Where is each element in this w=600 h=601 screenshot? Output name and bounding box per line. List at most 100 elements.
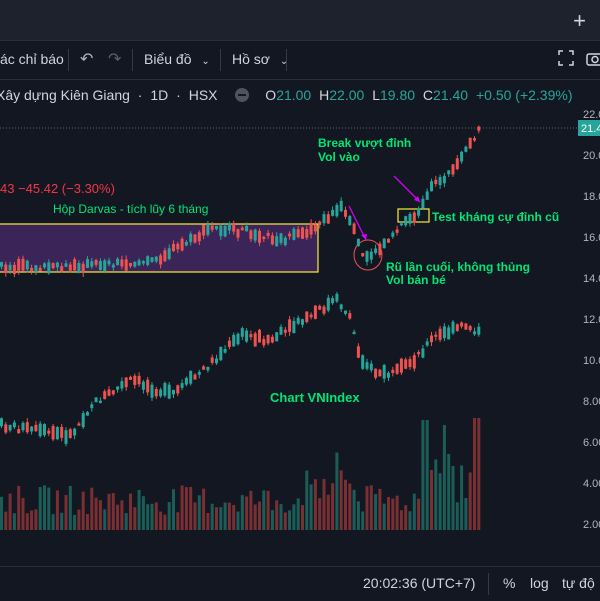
volume-bar xyxy=(43,485,46,530)
vnindex-candle xyxy=(232,334,236,347)
vnindex-candle xyxy=(417,352,421,355)
stock-candle xyxy=(339,200,343,212)
vnindex-candle xyxy=(103,391,107,400)
stock-candle xyxy=(425,191,429,200)
volume-bar xyxy=(206,513,210,530)
stock-candle xyxy=(55,262,59,268)
change-value: +0.50 (+2.39%) xyxy=(475,87,573,103)
stock-candle xyxy=(378,243,382,256)
camera-icon[interactable] xyxy=(585,48,600,71)
test-label: Test kháng cự đỉnh cũ xyxy=(432,210,559,224)
indicators-button[interactable]: ác chỉ báo xyxy=(0,51,64,67)
stock-candle xyxy=(180,238,184,251)
vnindex-candle xyxy=(318,305,322,310)
vnindex-candle xyxy=(266,334,270,344)
stock-candle xyxy=(206,224,210,235)
vnindex-candle xyxy=(391,369,395,373)
divider xyxy=(488,573,489,595)
log-scale-button[interactable]: log xyxy=(530,575,549,591)
vnindex-candle xyxy=(172,389,175,395)
vnindex-candle xyxy=(60,426,64,438)
volume-bar xyxy=(464,498,468,530)
vnindex-candle xyxy=(387,372,390,378)
chart-type-button[interactable]: Biểu đồ ⌄ xyxy=(144,51,210,67)
vnindex-candle xyxy=(90,404,94,409)
vnindex-candle xyxy=(34,424,38,432)
volume-bar xyxy=(339,470,343,530)
close-label: C xyxy=(422,87,434,103)
stock-candle xyxy=(146,256,150,265)
volume-bar xyxy=(348,483,352,530)
chart-type-label: Biểu đồ xyxy=(144,51,192,67)
redo-icon[interactable]: ↷ xyxy=(108,49,121,69)
volume-bar xyxy=(38,486,42,530)
percent-scale-button[interactable]: % xyxy=(503,575,515,591)
vnindex-candle xyxy=(25,422,29,433)
stock-candle xyxy=(288,233,292,237)
stock-candle xyxy=(374,248,378,254)
volume-bar xyxy=(176,512,180,530)
stock-candle xyxy=(159,255,163,265)
vnindex-candle xyxy=(86,412,89,416)
vnindex-candle xyxy=(180,383,184,388)
stock-candle xyxy=(167,248,171,260)
volume-bar xyxy=(412,493,416,530)
stock-candle xyxy=(399,223,403,226)
volume-bar xyxy=(399,510,403,530)
auto-scale-button[interactable]: tự độ xyxy=(562,575,595,591)
high-label: H xyxy=(319,87,330,103)
price-axis[interactable]: 22.00 20.00 18.00 16.00 14.00 12.00 10.00 8.00 6… xyxy=(583,110,600,531)
undo-icon[interactable]: ↶ xyxy=(80,49,93,69)
volume-bar xyxy=(232,505,236,530)
stock-candle xyxy=(262,236,266,240)
stock-candle xyxy=(236,229,240,238)
vnindex-candle xyxy=(81,413,85,428)
volume-bar xyxy=(47,487,51,530)
stock-candle xyxy=(17,258,21,271)
price-axis-label: 2.00 xyxy=(583,519,600,531)
hide-legend-icon[interactable] xyxy=(235,88,250,102)
stock-candle xyxy=(270,235,274,245)
volume-bar xyxy=(447,453,451,530)
volume-bar xyxy=(68,485,72,530)
add-tab-icon[interactable]: + xyxy=(573,8,586,34)
volume-bar xyxy=(215,507,218,530)
volume-bar xyxy=(283,512,287,530)
volume-bar xyxy=(210,503,214,530)
volume-bar xyxy=(21,497,25,530)
volume-bar xyxy=(103,509,107,530)
stock-candle xyxy=(335,204,339,217)
volume-bar xyxy=(322,479,326,530)
vnindex-candle xyxy=(197,372,201,375)
volume-bar xyxy=(258,501,261,530)
separator: · xyxy=(176,87,181,103)
vnindex-candle xyxy=(167,384,171,399)
vnindex-candle xyxy=(133,375,137,385)
volume-bar xyxy=(236,511,240,530)
vnindex-candle xyxy=(94,397,98,403)
vnindex-candle xyxy=(111,390,115,395)
stock-candle xyxy=(60,266,64,272)
volume-bar xyxy=(94,497,98,530)
volume-bar xyxy=(227,502,231,530)
profile-button[interactable]: Hồ sơ ⌄ xyxy=(232,51,288,67)
vnindex-candle xyxy=(301,319,304,325)
stock-candle xyxy=(184,241,188,246)
volume-bar xyxy=(408,511,412,530)
vnindex-candle xyxy=(361,355,365,369)
open-value: 21.00 xyxy=(276,87,312,103)
symbol-name[interactable]: Xây dựng Kiên Giang xyxy=(0,87,130,103)
volume-bar xyxy=(369,485,373,530)
volume-bar xyxy=(223,502,227,530)
stock-candle xyxy=(215,225,218,230)
volume-bar xyxy=(73,514,77,530)
volume-bar xyxy=(51,514,55,530)
vnindex-candle xyxy=(408,359,412,368)
price-chart[interactable]: 22.00 20.00 18.00 16.00 14.00 12.00 10.00 8.00 6… xyxy=(0,110,600,535)
vnindex-candle xyxy=(124,377,128,388)
vnindex-candle xyxy=(378,369,382,377)
break-label-1: Break vượt đỉnh xyxy=(318,136,411,150)
fullscreen-icon[interactable] xyxy=(556,48,576,71)
vnindex-candle xyxy=(215,358,218,364)
vnindex-candle xyxy=(288,319,292,332)
